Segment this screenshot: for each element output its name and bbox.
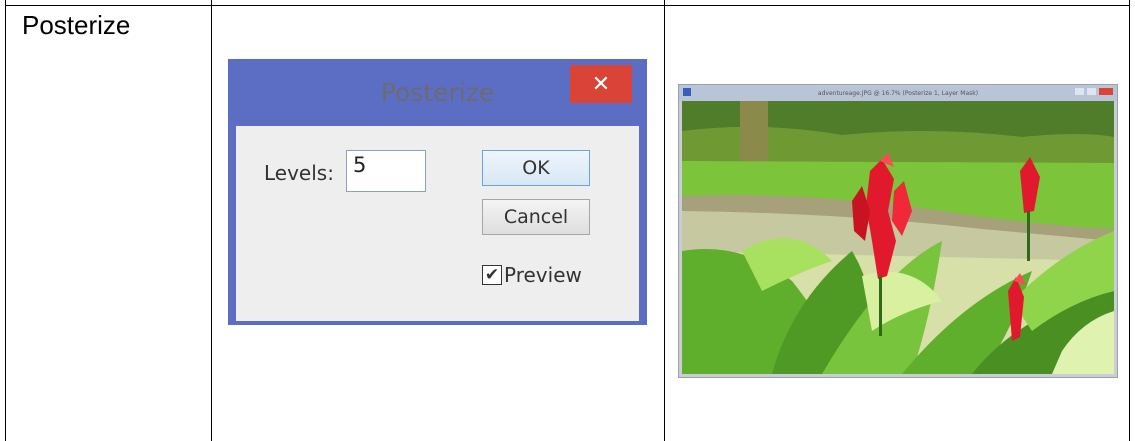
minimize-icon[interactable] <box>1075 88 1084 95</box>
table-divider-2 <box>664 0 665 441</box>
maximize-icon[interactable] <box>1087 88 1096 95</box>
posterized-photo <box>682 101 1114 374</box>
table-border-right <box>1129 0 1130 441</box>
levels-label: Levels: <box>264 161 334 185</box>
dialog-body: Levels: 5 OK Cancel ✔ Preview <box>236 126 639 321</box>
close-icon: ✕ <box>591 71 611 97</box>
table-border-left <box>5 0 6 441</box>
levels-input[interactable]: 5 <box>346 150 426 192</box>
posterize-dialog: Posterize ✕ Levels: 5 OK Cancel ✔ Previe… <box>228 59 647 325</box>
preview-checkbox[interactable]: ✔ <box>482 265 502 285</box>
photo-window-title: adventureage.JPG @ 16.7% (Posterize 1, L… <box>817 89 979 97</box>
ok-button[interactable]: OK <box>482 150 590 186</box>
photo-window: adventureage.JPG @ 16.7% (Posterize 1, L… <box>678 84 1118 378</box>
checkmark-icon: ✔ <box>484 264 500 285</box>
photo-titlebar: adventureage.JPG @ 16.7% (Posterize 1, L… <box>679 85 1117 101</box>
window-close-icon[interactable] <box>1099 88 1113 95</box>
preview-label: Preview <box>504 263 582 287</box>
app-icon <box>683 88 691 96</box>
cancel-button[interactable]: Cancel <box>482 199 590 235</box>
row-label: Posterize <box>22 10 131 40</box>
table-border-top <box>5 5 1130 6</box>
close-button[interactable]: ✕ <box>570 65 632 103</box>
preview-option: ✔ Preview <box>482 263 582 287</box>
table-divider-1 <box>211 0 212 441</box>
